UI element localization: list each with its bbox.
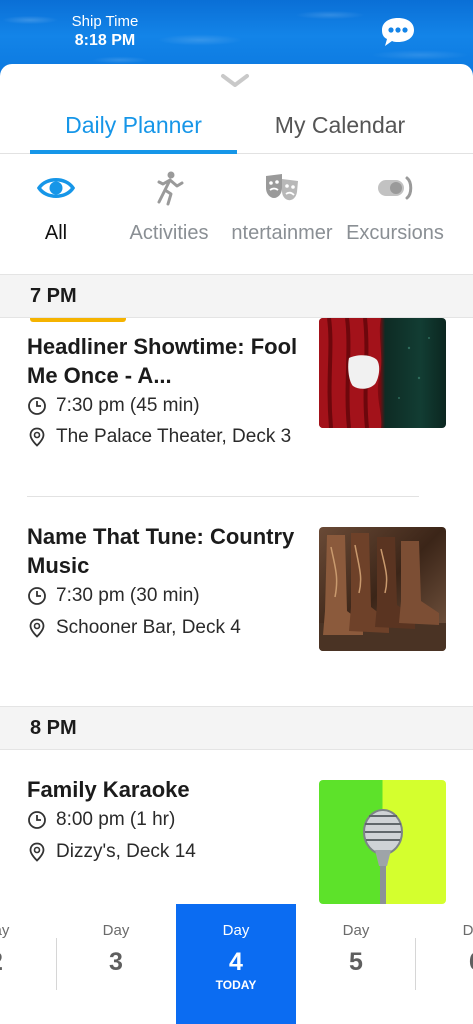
day-number: 2 bbox=[0, 948, 56, 977]
day-number: 5 bbox=[349, 948, 363, 976]
day-label: Day bbox=[102, 922, 130, 939]
event-time: 8:00 pm (1 hr) bbox=[27, 808, 307, 832]
day-label: Day bbox=[342, 922, 370, 939]
magician-curtain-photo bbox=[319, 318, 446, 428]
location-pin-icon bbox=[29, 427, 45, 447]
event-location-text: The Palace Theater, Deck 3 bbox=[56, 426, 292, 447]
view-tabs: Daily Planner My Calendar bbox=[0, 104, 473, 154]
cowboy-boots-photo bbox=[319, 527, 446, 651]
time-section-header: 8 PM bbox=[0, 706, 473, 750]
running-person-icon bbox=[157, 171, 184, 206]
ship-time: Ship Time 8:18 PM bbox=[58, 13, 152, 51]
location-pin-icon bbox=[29, 842, 45, 862]
day-item[interactable]: Day 3 bbox=[56, 904, 176, 1024]
event-location: Dizzy's, Deck 14 bbox=[27, 840, 307, 864]
day-label: Day bbox=[462, 922, 473, 939]
event-time-text: 7:30 pm (30 min) bbox=[56, 585, 200, 606]
event-time: 7:30 pm (30 min) bbox=[27, 584, 307, 608]
tab-my-calendar[interactable]: My Calendar bbox=[240, 104, 440, 154]
today-badge: TODAY bbox=[215, 978, 257, 992]
day-item[interactable]: Day 5 bbox=[296, 904, 416, 1024]
filter-entertainment[interactable]: ntertainmer bbox=[224, 156, 340, 274]
filter-activities-label: Activities bbox=[129, 222, 209, 244]
clock-icon bbox=[28, 397, 46, 415]
location-pin-icon bbox=[29, 618, 45, 638]
day-selector: Day 2 Day 3 Day 4 TODAY Day 5 Day 6 bbox=[0, 904, 473, 1024]
time-section-header: 7 PM bbox=[0, 274, 473, 318]
event-location-text: Schooner Bar, Deck 4 bbox=[56, 617, 241, 638]
event-location: The Palace Theater, Deck 3 bbox=[27, 425, 307, 449]
clock-icon bbox=[28, 811, 46, 829]
event-title: Family Karaoke bbox=[27, 777, 190, 802]
filter-activities[interactable]: Activities bbox=[116, 156, 222, 274]
event-card[interactable]: Headliner Showtime: Fool Me Once - A... … bbox=[0, 318, 473, 497]
event-title: Name That Tune: Country Music bbox=[27, 524, 295, 578]
theater-masks-icon bbox=[266, 174, 298, 201]
chat-bubble-icon bbox=[382, 18, 414, 46]
clock-icon bbox=[28, 587, 46, 605]
filter-entertainment-label: ntertainmer bbox=[231, 222, 333, 244]
day-number: 4 bbox=[229, 948, 243, 976]
category-filters: All Activities ntertainmer Excursions bbox=[0, 156, 473, 274]
filter-all-label: All bbox=[44, 222, 68, 244]
event-time: 7:30 pm (45 min) bbox=[27, 394, 307, 418]
magician-curtain-illustration bbox=[319, 318, 430, 428]
card-divider bbox=[27, 496, 419, 497]
day-label: Day bbox=[222, 922, 250, 939]
tab-daily-planner[interactable]: Daily Planner bbox=[30, 104, 237, 154]
filter-all[interactable]: All bbox=[0, 156, 112, 274]
filter-excursions[interactable]: Excursions bbox=[340, 156, 450, 274]
excursion-toggle-icon bbox=[378, 176, 413, 200]
chat-button[interactable] bbox=[378, 14, 418, 50]
chevron-down-icon bbox=[221, 74, 249, 87]
filter-excursions-label: Excursions bbox=[346, 222, 444, 244]
microphone-photo bbox=[319, 780, 446, 904]
event-time-text: 7:30 pm (45 min) bbox=[56, 395, 200, 416]
eye-icon bbox=[36, 178, 76, 198]
day-number: 3 bbox=[109, 948, 123, 976]
day-item-active[interactable]: Day 4 TODAY bbox=[176, 904, 296, 1024]
ship-time-label: Ship Time bbox=[71, 13, 139, 30]
event-card[interactable]: Name That Tune: Country Music 7:30 pm (3… bbox=[0, 519, 473, 704]
day-item[interactable]: Day 6 bbox=[416, 904, 473, 1024]
event-card[interactable]: Family Karaoke 8:00 pm (1 hr) Dizzy's, D… bbox=[0, 772, 473, 912]
event-location: Schooner Bar, Deck 4 bbox=[27, 616, 307, 640]
featured-indicator bbox=[30, 318, 126, 322]
event-location-text: Dizzy's, Deck 14 bbox=[56, 841, 196, 862]
cowboy-boots-illustration bbox=[319, 533, 446, 651]
ship-time-value: 8:18 PM bbox=[74, 32, 136, 49]
day-number: 6 bbox=[416, 948, 473, 977]
event-time-text: 8:00 pm (1 hr) bbox=[56, 809, 176, 830]
day-item[interactable]: Day 2 bbox=[0, 904, 56, 1024]
event-title: Headliner Showtime: Fool Me Once - A... bbox=[27, 334, 298, 388]
planner-sheet: Daily Planner My Calendar All Activities bbox=[0, 64, 473, 1024]
sheet-handle[interactable] bbox=[220, 72, 250, 90]
microphone-illustration bbox=[363, 809, 403, 904]
day-label: Day bbox=[0, 922, 10, 939]
